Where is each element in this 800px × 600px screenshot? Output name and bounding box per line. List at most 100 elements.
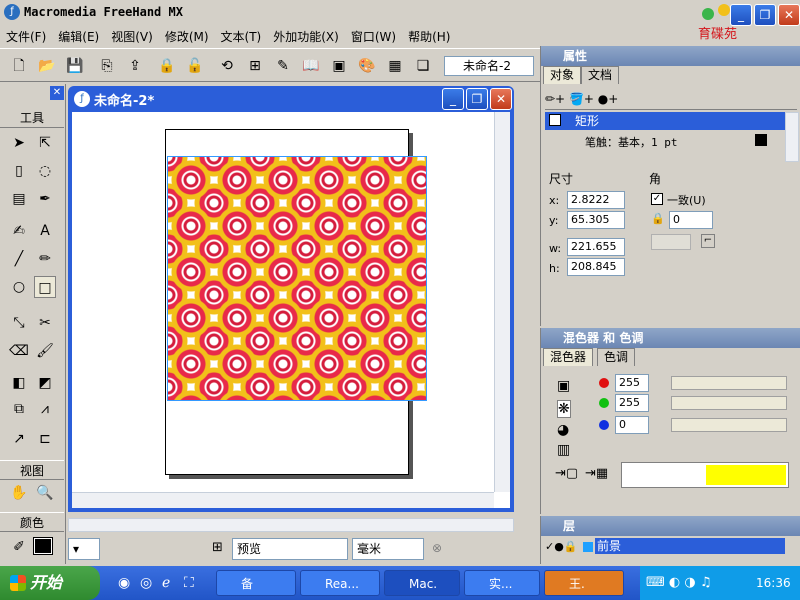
menu-xtras[interactable]: 外加功能(X): [267, 26, 345, 47]
pointer-tool-icon[interactable]: ➤: [8, 132, 30, 154]
task-button-4[interactable]: 实...: [464, 570, 540, 596]
fill-tool-icon[interactable]: ◩: [34, 372, 56, 394]
layer-row[interactable]: 前景: [595, 538, 785, 554]
quicklaunch-icon-2[interactable]: ◎: [140, 575, 152, 591]
tab-object[interactable]: 对象: [543, 66, 582, 84]
export-icon[interactable]: ⇪: [124, 55, 146, 77]
tray-icons[interactable]: ⌨ ◐ ◑ ♫: [646, 575, 712, 590]
zoom-dropdown[interactable]: ▾: [68, 538, 100, 560]
menu-text[interactable]: 文本(T): [215, 26, 268, 47]
stroke-row[interactable]: 笔触：基本，1 pt: [585, 134, 678, 150]
fill-color-swatch[interactable]: [33, 537, 53, 555]
zoom-tool-icon[interactable]: 🔍: [34, 482, 56, 504]
library-icon[interactable]: 📖: [300, 55, 322, 77]
horizontal-scrollbar[interactable]: [72, 492, 494, 508]
add-to-swatches-icon[interactable]: ⇥▢: [555, 466, 578, 481]
canvas-area[interactable]: [72, 112, 510, 508]
corner-style-button[interactable]: ⌐: [701, 234, 715, 248]
minimize-button[interactable]: _: [730, 4, 752, 26]
x-field[interactable]: 2.8222: [567, 191, 625, 209]
quicklaunch-icon-3[interactable]: ⛶: [184, 575, 194, 591]
y-field[interactable]: 65.305: [567, 211, 625, 229]
green-value-field[interactable]: 255: [615, 394, 649, 412]
hls-mode-icon[interactable]: ◕: [557, 422, 569, 438]
units-dropdown[interactable]: 毫米: [352, 538, 424, 560]
rectangle-tool-icon[interactable]: □: [34, 276, 56, 298]
styles-icon[interactable]: ▣: [328, 55, 350, 77]
task-button-5[interactable]: 王.: [544, 570, 624, 596]
doc-restore-button[interactable]: ❐: [466, 88, 488, 110]
text-tool-icon[interactable]: A: [34, 220, 56, 242]
doc-horizontal-scrollbar[interactable]: [68, 518, 514, 532]
stroke-color-icon[interactable]: ✐: [8, 536, 30, 558]
eraser-tool-icon[interactable]: ⌫: [8, 340, 30, 362]
layers-icon[interactable]: ❏: [412, 55, 434, 77]
properties-scrollbar[interactable]: [785, 112, 799, 162]
selected-rectangle-pattern[interactable]: [167, 156, 427, 401]
link-tool-icon[interactable]: ↗: [8, 428, 30, 450]
unlock-icon[interactable]: 🔓: [184, 55, 206, 77]
trace-tool-icon[interactable]: ▤: [8, 188, 30, 210]
swatches-icon[interactable]: 🎨: [356, 55, 378, 77]
connector-tool-icon[interactable]: ⊏: [34, 428, 56, 450]
doc-minimize-button[interactable]: _: [442, 88, 464, 110]
text-editor-icon[interactable]: ✎: [272, 55, 294, 77]
distort-tool-icon[interactable]: ⧉: [8, 398, 30, 420]
table-icon[interactable]: ▦: [384, 55, 406, 77]
task-button-2[interactable]: Rea...: [300, 570, 380, 596]
corner-lock-icon[interactable]: 🔒: [651, 212, 665, 225]
task-button-1[interactable]: 备: [216, 570, 296, 596]
tab-tints[interactable]: 色调: [597, 348, 636, 366]
tab-document[interactable]: 文档: [581, 66, 620, 84]
add-fill-icon[interactable]: 🪣+: [569, 92, 594, 106]
menu-window[interactable]: 窗口(W): [345, 26, 402, 47]
brush-tool-icon[interactable]: 🖌: [34, 340, 56, 362]
close-button[interactable]: ✕: [778, 4, 800, 26]
blue-slider[interactable]: [671, 418, 787, 432]
red-slider[interactable]: [671, 376, 787, 390]
tools-close-icon[interactable]: ✕: [50, 86, 64, 100]
lock-icon[interactable]: 🔒: [156, 55, 178, 77]
tab-mixer[interactable]: 混色器: [543, 348, 594, 366]
scale-tool-icon[interactable]: ⤡: [8, 312, 30, 334]
system-color-icon[interactable]: ▥: [557, 442, 570, 458]
subselect-tool-icon[interactable]: ⇱: [34, 132, 56, 154]
line-tool-icon[interactable]: ╱: [8, 248, 30, 270]
blue-value-field[interactable]: 0: [615, 416, 649, 434]
object-row[interactable]: 矩形: [545, 112, 785, 130]
ie-icon[interactable]: ℯ: [162, 575, 170, 591]
knife-tool-icon[interactable]: ✂: [34, 312, 56, 334]
pencil-tool-icon[interactable]: ✏: [34, 248, 56, 270]
menu-view[interactable]: 视图(V): [105, 26, 159, 47]
layer-visibility-icon[interactable]: ✓●🔒: [545, 540, 578, 553]
doc-close-button[interactable]: ✕: [490, 88, 512, 110]
new-document-icon[interactable]: 🗋: [8, 55, 30, 77]
uniform-checkbox[interactable]: ✓: [651, 193, 663, 205]
page-tool-icon[interactable]: ▯: [8, 160, 30, 182]
cancel-icon[interactable]: ⊗: [432, 541, 442, 555]
menu-edit[interactable]: 编辑(E): [52, 26, 105, 47]
cmyk-mode-icon[interactable]: ▣: [557, 378, 570, 394]
hand-tool-icon[interactable]: ✋: [8, 482, 30, 504]
add-effect-icon[interactable]: ●+: [598, 92, 619, 106]
document-select[interactable]: 未命名-2: [444, 56, 534, 76]
height-field[interactable]: 208.845: [567, 258, 625, 276]
green-slider[interactable]: [671, 396, 787, 410]
quicklaunch-icon-1[interactable]: ◉: [118, 575, 130, 591]
menu-modify[interactable]: 修改(M): [159, 26, 215, 47]
add-to-swatches-list-icon[interactable]: ⇥▦: [585, 466, 608, 481]
rgb-mode-icon[interactable]: ❋: [557, 400, 571, 418]
red-value-field[interactable]: 255: [615, 374, 649, 392]
view-mode-dropdown[interactable]: 预览: [232, 538, 348, 560]
open-folder-icon[interactable]: 📂: [36, 55, 58, 77]
restore-button[interactable]: ❐: [754, 4, 776, 26]
menu-file[interactable]: 文件(F): [0, 26, 52, 47]
corner-radius-field[interactable]: 0: [669, 211, 713, 229]
save-icon[interactable]: 💾: [64, 55, 86, 77]
pen-tool-icon[interactable]: ✍: [8, 220, 30, 242]
add-stroke-icon[interactable]: ✏+: [545, 92, 565, 106]
width-field[interactable]: 221.655: [567, 238, 625, 256]
eyedropper-tool-icon[interactable]: ✒: [34, 188, 56, 210]
blend-tool-icon[interactable]: ◧: [8, 372, 30, 394]
lasso-tool-icon[interactable]: ◌: [34, 160, 56, 182]
